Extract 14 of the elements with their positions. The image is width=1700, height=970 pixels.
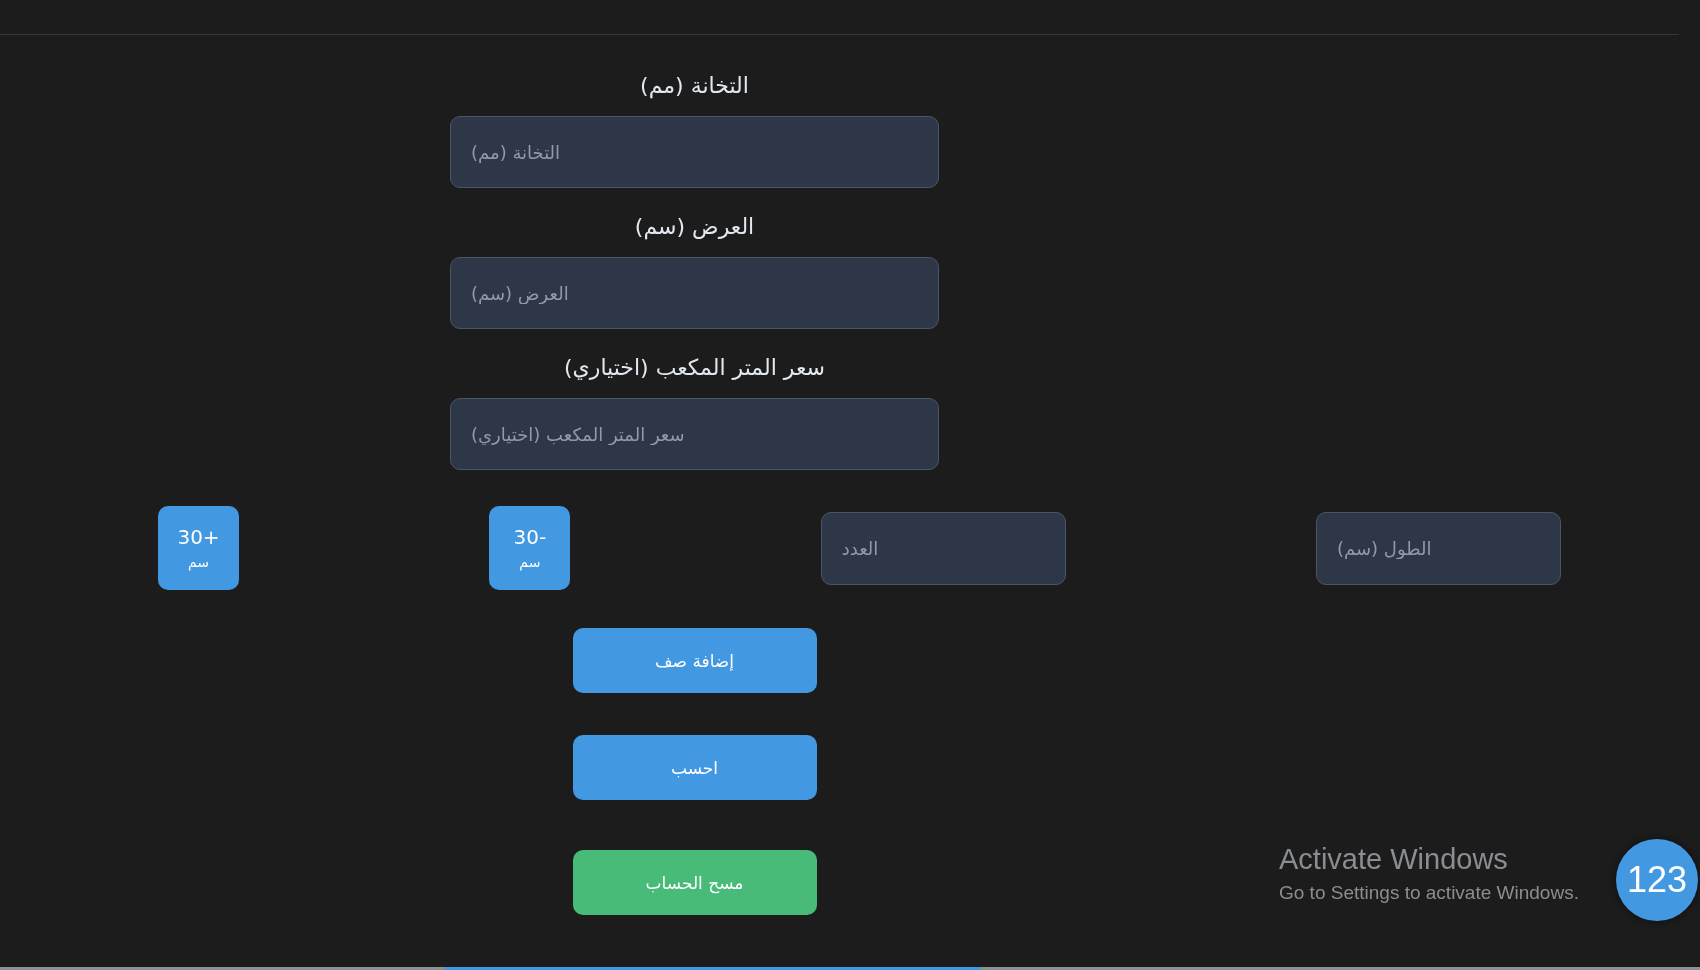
floating-number-button[interactable]: 123 [1616,839,1698,921]
input-field[interactable]: الطول (سم) [1316,511,1561,585]
field-label: العرض (سم) [634,213,755,241]
activation-title: Activate Windows [1279,842,1508,876]
action-button[interactable]: احسب [572,735,817,800]
field-label: سعر المتر المكعب (اختياري) [563,354,826,382]
input-field[interactable]: العرض (سم) [450,257,939,329]
action-button[interactable]: مسح الحساب [572,850,817,915]
input-field[interactable]: سعر المتر المكعب (اختياري) [450,398,939,470]
field-label: التخانة (مم) [640,72,749,100]
activation-message: Go to Settings to activate Windows. [1279,881,1579,905]
input-field[interactable]: العدد [820,511,1066,585]
action-button[interactable]: إضافة صف [572,628,817,693]
input-field[interactable]: التخانة (مم) [450,116,939,188]
